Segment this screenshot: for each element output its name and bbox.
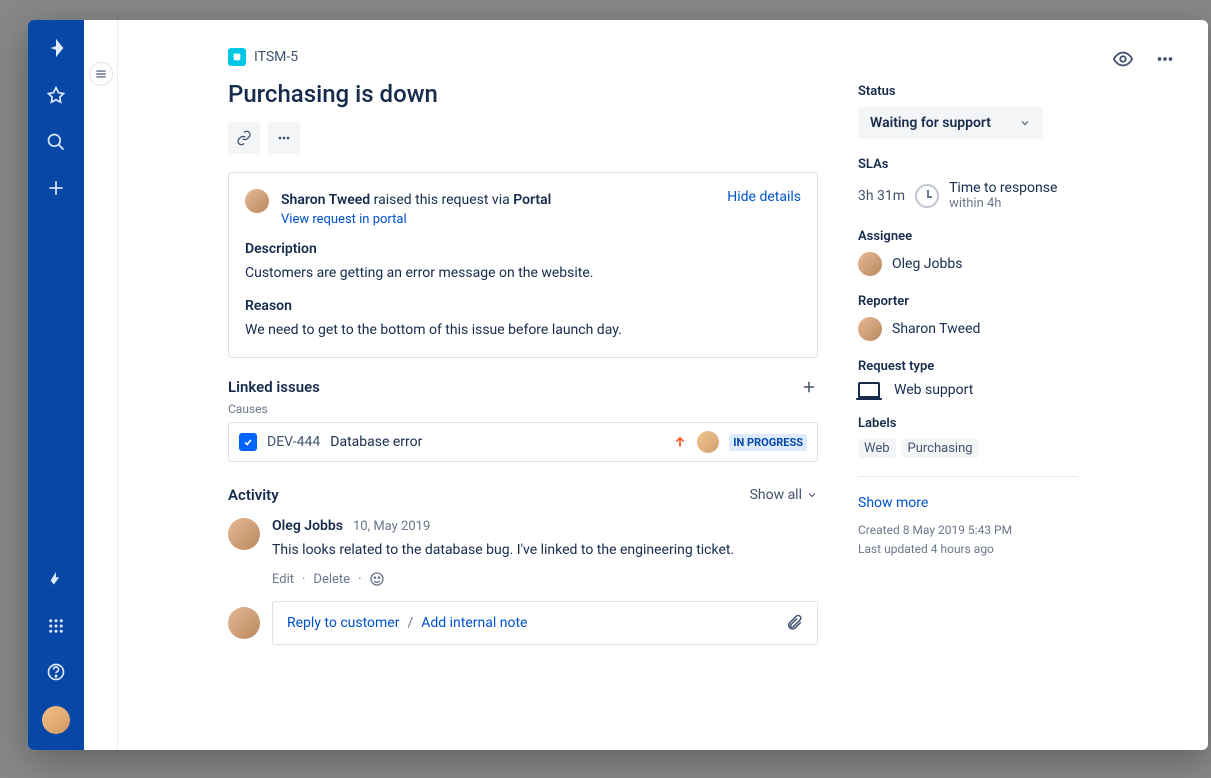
- search-icon[interactable]: [44, 130, 68, 154]
- linked-issue-row[interactable]: DEV-444 Database error IN PROGRESS: [228, 422, 818, 462]
- linked-issue-summary: Database error: [330, 434, 422, 450]
- global-nav: [28, 20, 84, 750]
- updated-meta: Last updated 4 hours ago: [858, 540, 1078, 559]
- comment-avatar: [228, 518, 260, 550]
- linked-issues-heading: Linked issues: [228, 378, 320, 396]
- profile-avatar[interactable]: [42, 706, 70, 734]
- current-user-avatar: [228, 607, 260, 639]
- label-chip: Web: [858, 439, 896, 458]
- reporter-row[interactable]: Sharon Tweed: [858, 317, 1078, 341]
- reporter-name: Sharon Tweed: [892, 321, 980, 337]
- reason-label: Reason: [245, 298, 801, 314]
- more-button[interactable]: [268, 122, 300, 154]
- copy-link-button[interactable]: [228, 122, 260, 154]
- status-label: Status: [858, 84, 1078, 99]
- show-all-dropdown[interactable]: Show all: [750, 487, 818, 503]
- assignee-row[interactable]: Oleg Jobbs: [858, 252, 1078, 276]
- more-actions-icon[interactable]: [1154, 48, 1176, 70]
- link-relation-label: Causes: [228, 402, 818, 416]
- reply-to-customer-link[interactable]: Reply to customer: [287, 615, 399, 631]
- reporter-avatar-side: [858, 317, 882, 341]
- sla-remaining: 3h 31m: [858, 188, 905, 204]
- notifications-icon[interactable]: [44, 568, 68, 592]
- description-label: Description: [245, 241, 801, 257]
- activity-heading: Activity: [228, 486, 279, 504]
- labels-row[interactable]: Web Purchasing: [858, 439, 1078, 458]
- reporter-label: Reporter: [858, 294, 1078, 309]
- sidebar-collapse-area: [84, 20, 118, 750]
- assignee-avatar: [858, 252, 882, 276]
- issue-title[interactable]: Purchasing is down: [228, 80, 818, 108]
- create-icon[interactable]: [44, 176, 68, 200]
- linked-issue-type-icon: [239, 433, 257, 451]
- watch-icon[interactable]: [1112, 48, 1134, 70]
- comment-author: Oleg Jobbs: [272, 518, 343, 534]
- labels-label: Labels: [858, 416, 1078, 431]
- jira-logo-icon[interactable]: [42, 34, 70, 62]
- show-more-link[interactable]: Show more: [858, 495, 1078, 511]
- request-raised-line: Sharon Tweed raised this request via Por…: [281, 192, 551, 208]
- assignee-label: Assignee: [858, 229, 1078, 244]
- created-meta: Created 8 May 2019 5:43 PM: [858, 521, 1078, 540]
- hide-details-link[interactable]: Hide details: [727, 189, 801, 205]
- sla-row: 3h 31m Time to response within 4h: [858, 180, 1078, 211]
- linked-assignee-avatar: [697, 431, 719, 453]
- comment-date: 10, May 2019: [353, 519, 430, 534]
- star-icon[interactable]: [44, 84, 68, 108]
- priority-icon: [673, 435, 687, 449]
- view-in-portal-link[interactable]: View request in portal: [281, 212, 715, 227]
- comment-input[interactable]: Reply to customer / Add internal note: [272, 601, 818, 645]
- reason-value: We need to get to the bottom of this iss…: [245, 320, 801, 341]
- linked-issue-status: IN PROGRESS: [729, 434, 807, 451]
- assignee-name: Oleg Jobbs: [892, 256, 962, 272]
- clock-icon: [915, 184, 939, 208]
- edit-comment-link[interactable]: Edit: [272, 572, 294, 587]
- react-button[interactable]: [369, 571, 385, 587]
- issue-type-icon: [228, 48, 246, 66]
- request-type-row[interactable]: Web support: [858, 382, 1078, 398]
- attach-icon[interactable]: [785, 614, 803, 632]
- sla-goal: within 4h: [949, 196, 1057, 211]
- details-sidebar: Status Waiting for support SLAs 3h 31m T…: [818, 48, 1098, 750]
- label-chip: Purchasing: [902, 439, 979, 458]
- add-link-button[interactable]: [800, 378, 818, 396]
- breadcrumb: ITSM-5: [228, 48, 818, 66]
- reporter-avatar: [245, 189, 269, 213]
- comment-item: Oleg Jobbs 10, May 2019 This looks relat…: [228, 518, 818, 587]
- comment-body: This looks related to the database bug. …: [272, 540, 818, 561]
- add-internal-note-link[interactable]: Add internal note: [421, 615, 527, 631]
- collapse-toggle-button[interactable]: [89, 62, 113, 86]
- request-details-panel: Sharon Tweed raised this request via Por…: [228, 172, 818, 358]
- laptop-icon: [858, 382, 880, 398]
- request-type-name: Web support: [894, 382, 973, 398]
- description-value: Customers are getting an error message o…: [245, 263, 801, 284]
- apps-icon[interactable]: [44, 614, 68, 638]
- issue-key[interactable]: ITSM-5: [254, 49, 298, 65]
- request-type-label: Request type: [858, 359, 1078, 374]
- slas-label: SLAs: [858, 157, 1078, 172]
- delete-comment-link[interactable]: Delete: [313, 572, 350, 587]
- sla-name: Time to response: [949, 180, 1057, 196]
- chevron-down-icon: [1019, 117, 1031, 129]
- status-dropdown[interactable]: Waiting for support: [858, 107, 1043, 139]
- help-icon[interactable]: [44, 660, 68, 684]
- linked-issue-key: DEV-444: [267, 434, 320, 450]
